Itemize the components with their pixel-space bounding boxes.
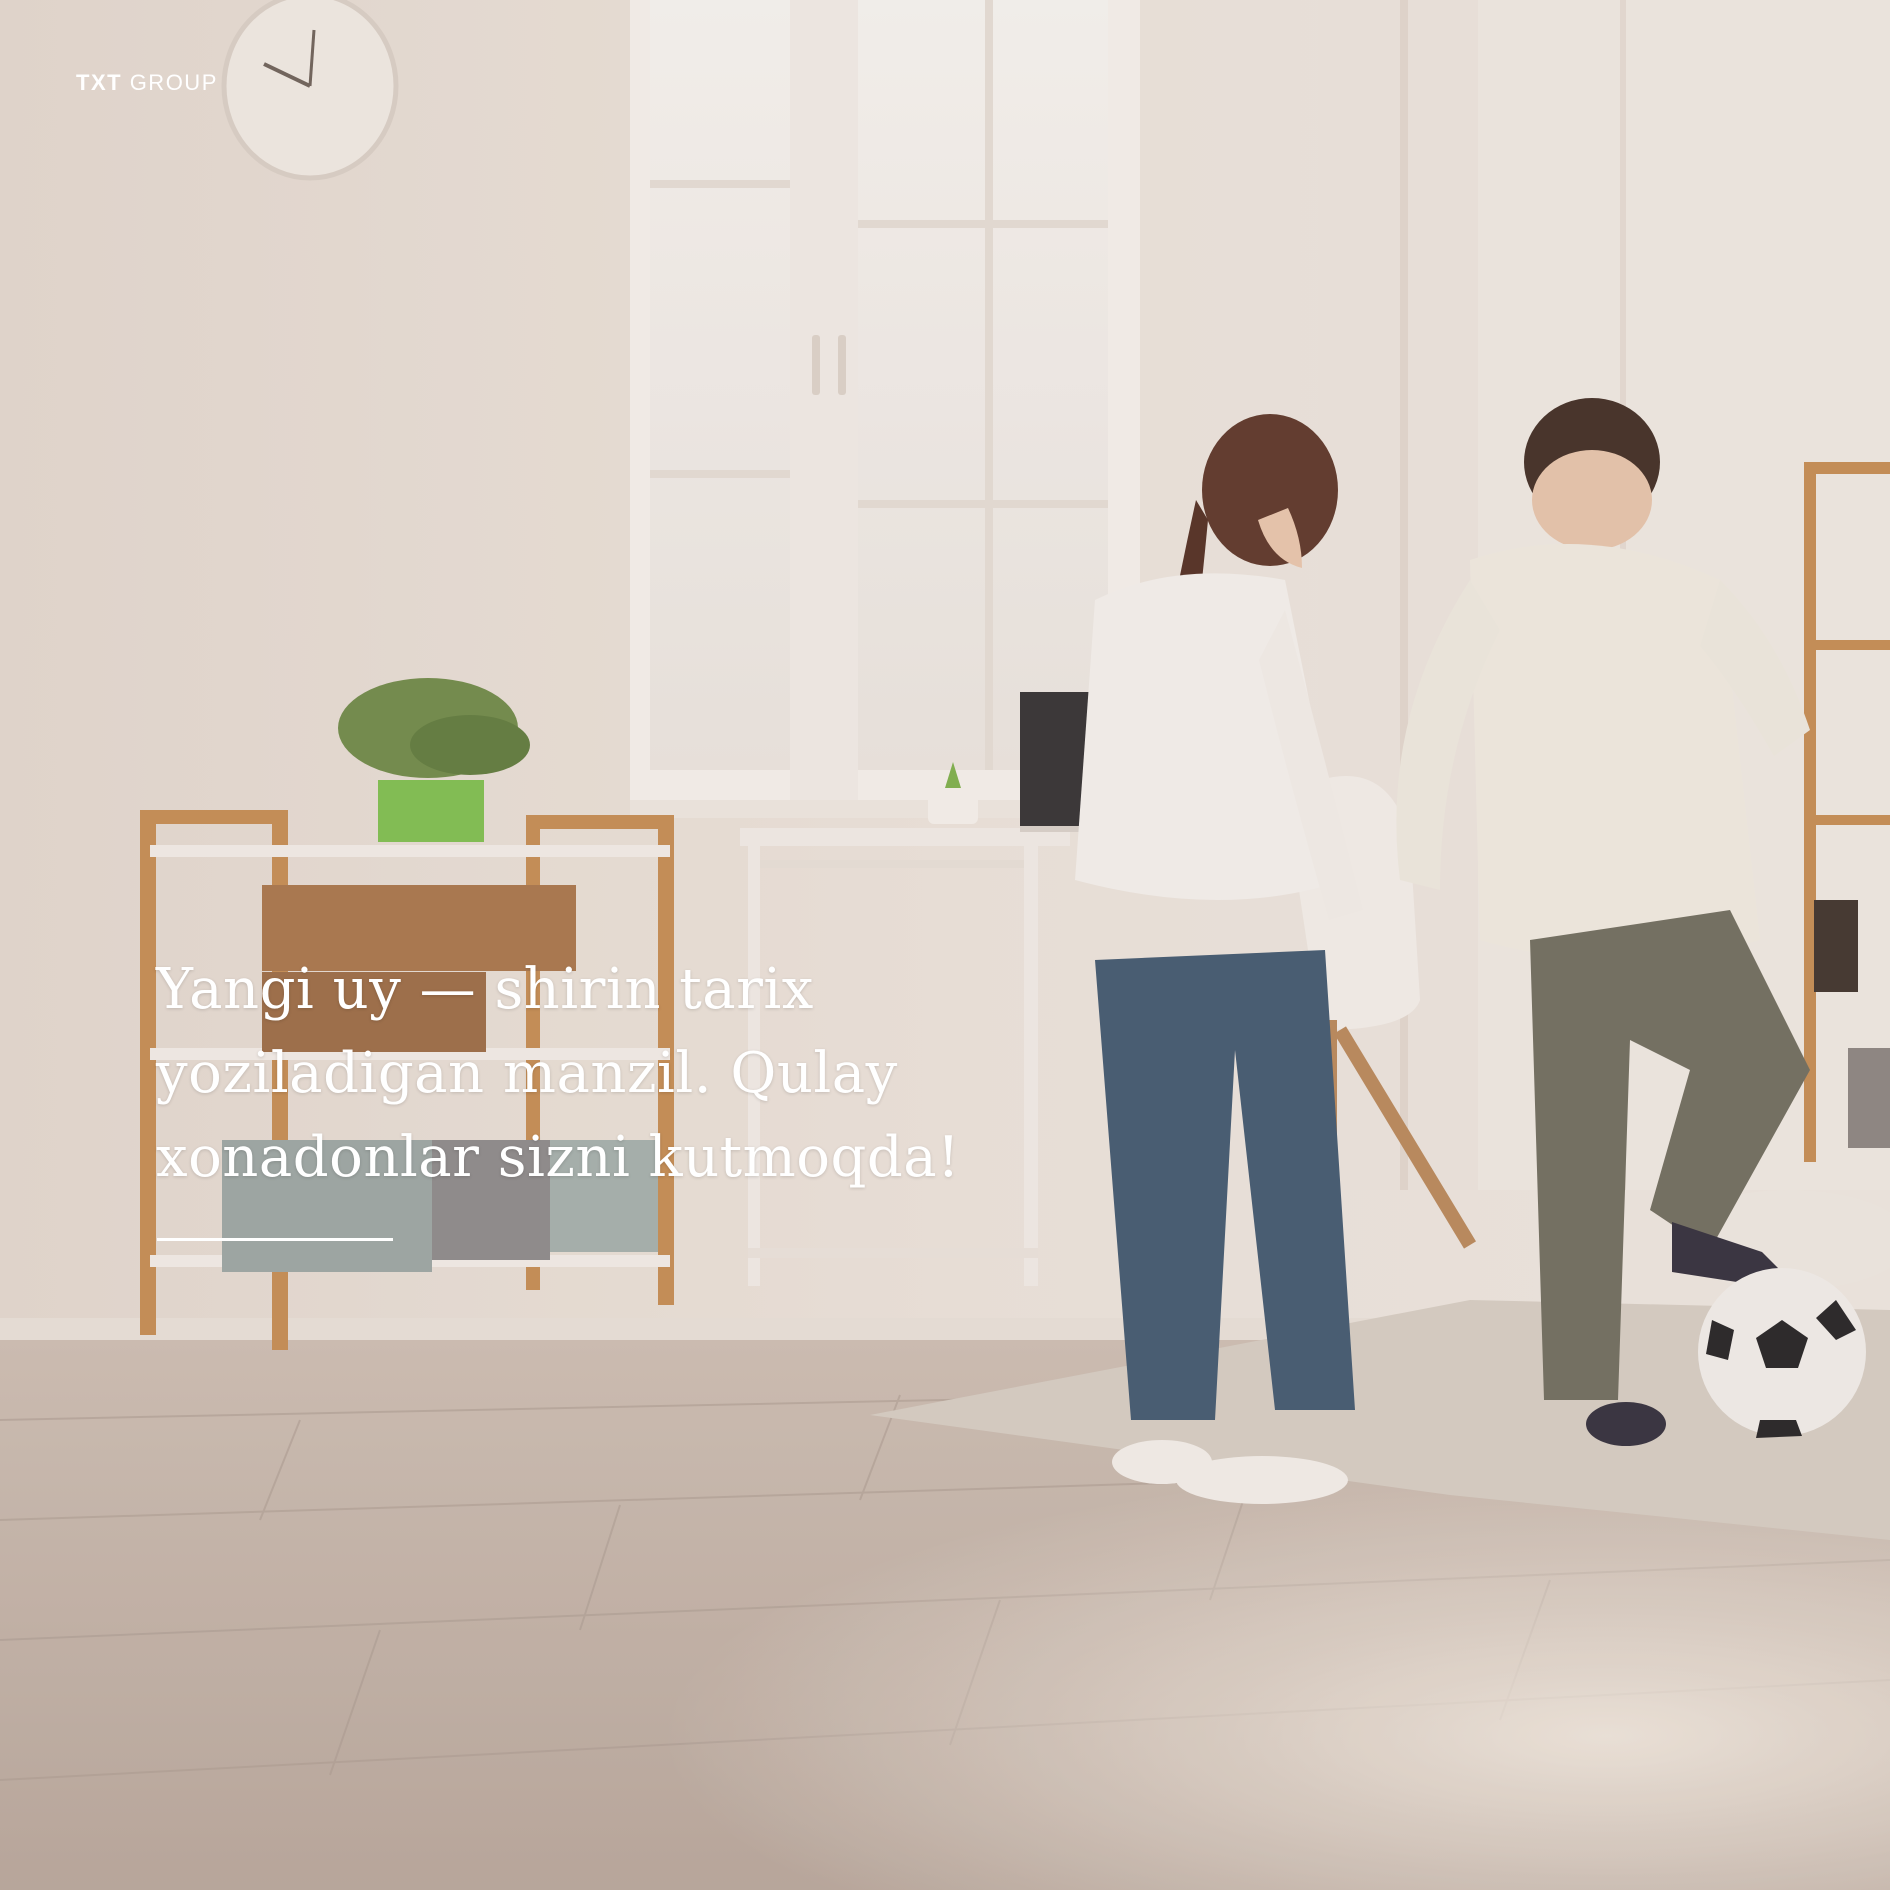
poster: TXT GROUP Yangi uy — shirin tarix yozila… — [0, 0, 1890, 1890]
headline-underline — [157, 1238, 393, 1241]
headline: Yangi uy — shirin tarix yoziladigan manz… — [156, 948, 1056, 1200]
headline-line-3: xonadonlar sizni kutmoqda! — [156, 1125, 961, 1190]
headline-line-1: Yangi uy — shirin tarix — [156, 957, 814, 1022]
brand-logo: TXT GROUP — [76, 70, 218, 96]
brand-light: GROUP — [129, 70, 218, 95]
room-photo — [0, 0, 1890, 1890]
headline-line-2: yoziladigan manzil. Qulay — [156, 1041, 898, 1106]
brand-bold: TXT — [76, 70, 123, 95]
